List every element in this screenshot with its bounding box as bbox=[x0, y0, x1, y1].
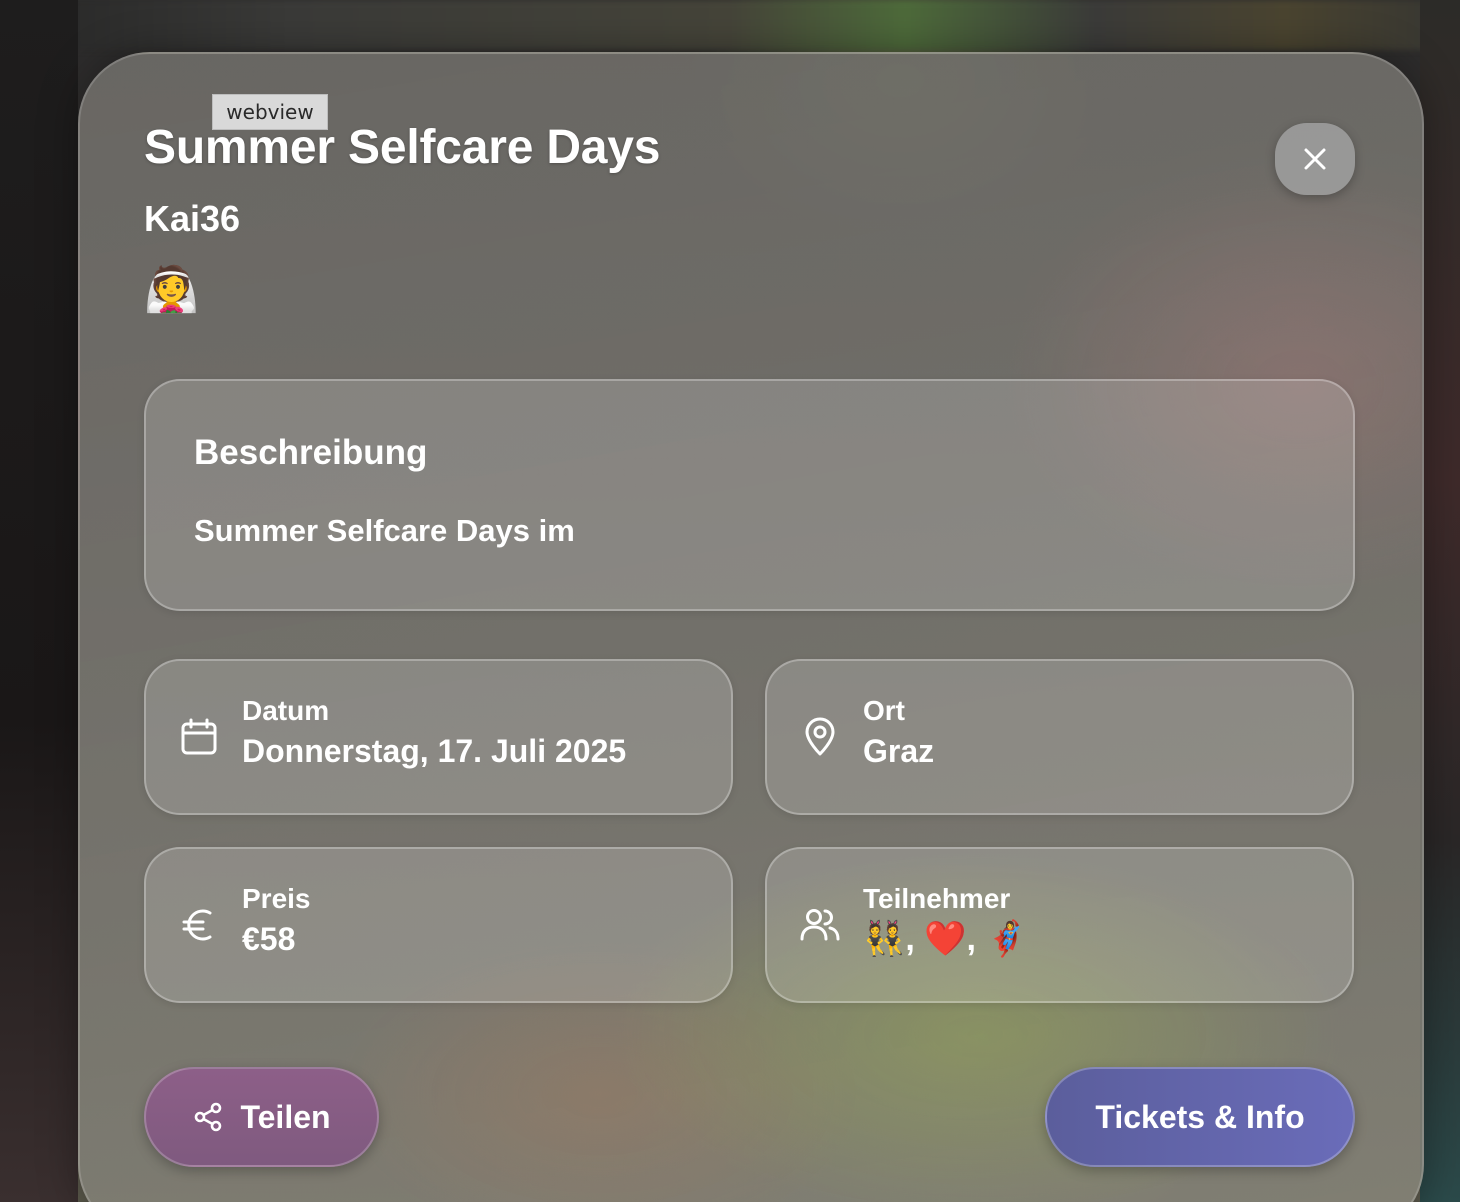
price-label: Preis bbox=[242, 883, 311, 914]
participants-card: Teilnehmer 👯, ❤️, 🦸‍♀️ bbox=[765, 847, 1354, 1003]
description-card: Beschreibung Summer Selfcare Days im bbox=[144, 379, 1355, 611]
price-value: €58 bbox=[242, 921, 296, 957]
date-label: Datum bbox=[242, 695, 330, 726]
share-icon bbox=[195, 1102, 222, 1132]
participants-value[interactable]: 👯, ❤️, 🦸‍♀️ bbox=[863, 919, 1028, 959]
description-heading: Beschreibung bbox=[194, 433, 428, 472]
place-label: Ort bbox=[863, 695, 905, 726]
share-button[interactable]: Teilen bbox=[144, 1067, 379, 1167]
tickets-info-button[interactable]: Tickets & Info bbox=[1045, 1067, 1355, 1167]
webview-tooltip: webview bbox=[212, 94, 328, 130]
tickets-info-label: Tickets & Info bbox=[1095, 1098, 1305, 1135]
background-left bbox=[0, 0, 78, 1202]
background-right bbox=[1420, 0, 1460, 1202]
share-label: Teilen bbox=[240, 1098, 331, 1135]
participants-label: Teilnehmer bbox=[863, 883, 1011, 914]
event-detail-modal bbox=[78, 52, 1424, 1202]
place-value: Graz bbox=[863, 733, 935, 769]
map-pin-icon bbox=[797, 714, 843, 760]
price-card: Preis €58 bbox=[144, 847, 733, 1003]
date-card: Datum Donnerstag, 17. Juli 2025 bbox=[144, 659, 733, 815]
users-icon bbox=[797, 902, 843, 948]
close-button[interactable] bbox=[1275, 123, 1355, 195]
place-card: Ort Graz bbox=[765, 659, 1354, 815]
calendar-icon bbox=[176, 714, 222, 760]
organizer-avatar[interactable]: 👰 bbox=[144, 264, 199, 316]
background-app-strip bbox=[0, 0, 1460, 50]
event-organizer[interactable]: Kai36 bbox=[144, 198, 240, 240]
close-icon bbox=[1304, 148, 1326, 170]
euro-icon bbox=[176, 902, 222, 948]
description-text: Summer Selfcare Days im bbox=[194, 513, 575, 548]
date-value: Donnerstag, 17. Juli 2025 bbox=[242, 733, 627, 769]
